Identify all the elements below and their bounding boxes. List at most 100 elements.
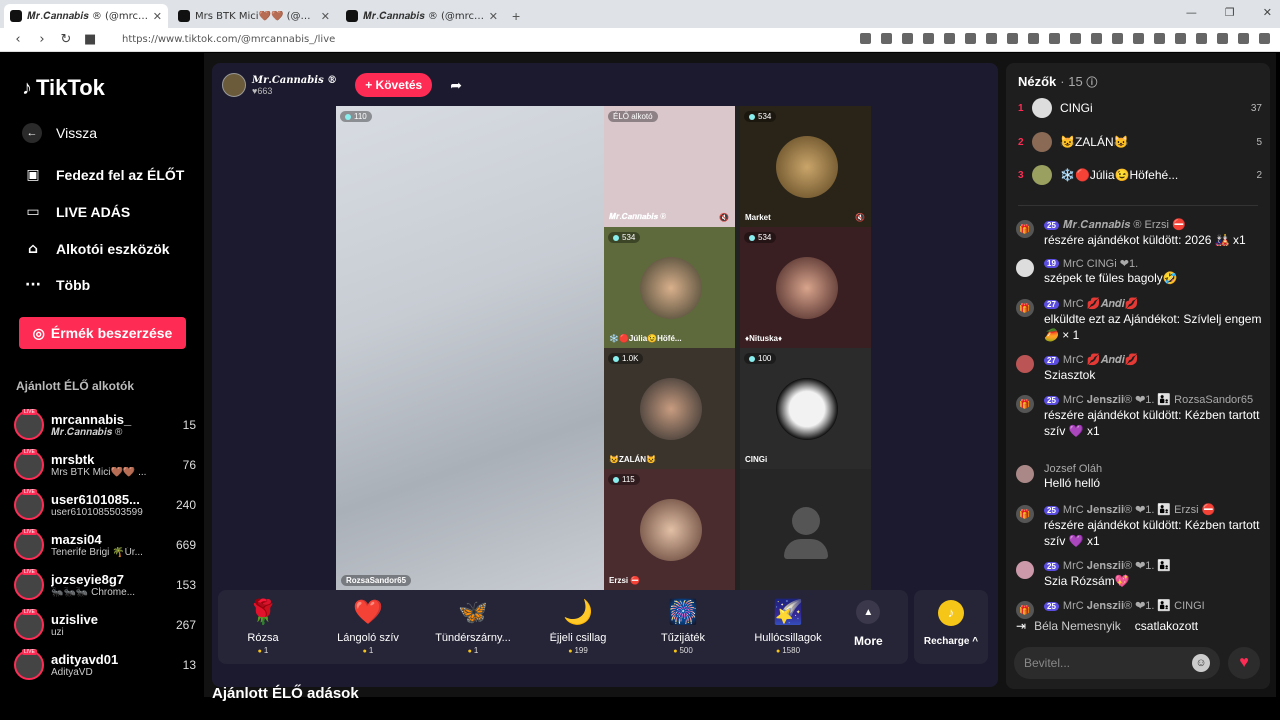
guest-cell[interactable]: 115 Erzsi ⛔ — [604, 469, 735, 590]
extension-icon[interactable] — [944, 33, 955, 44]
creator-item[interactable]: mazsi04Tenerife Brigi 🌴Úr...669 — [14, 527, 196, 563]
minimize-icon[interactable]: — — [1186, 6, 1197, 19]
nav-explore-live[interactable]: ▣ Fedezd fel az ÉLŐT — [24, 167, 184, 183]
creator-item[interactable]: user6101085...user6101085503599240 — [14, 487, 196, 523]
multi-guest-stage: 110 RozsaSandor65 ÉLŐ alkotó 𝑴𝒓.𝑪𝒂𝒏𝒏𝒂𝒃𝒊𝒔 … — [336, 106, 871, 591]
extension-icon[interactable] — [1238, 33, 1249, 44]
person-placeholder-icon — [792, 507, 820, 535]
maximize-icon[interactable]: ❐ — [1225, 6, 1235, 19]
tiktok-favicon-icon — [10, 10, 22, 22]
tiktok-logo[interactable]: ♪ TikTok — [22, 75, 105, 101]
more-gifts-button[interactable]: ▲ More — [854, 600, 883, 648]
extension-icon[interactable] — [1259, 33, 1270, 44]
info-icon[interactable]: ⓘ — [1086, 77, 1097, 89]
avatar[interactable] — [1016, 561, 1034, 579]
share-icon[interactable]: ➦ — [450, 77, 462, 94]
guest-cell[interactable]: 534 Market 🔇 — [740, 106, 871, 227]
empty-guest-slot[interactable] — [740, 469, 871, 590]
guest-cell[interactable]: ÉLŐ alkotó 𝑴𝒓.𝑪𝒂𝒏𝒏𝒂𝒃𝒊𝒔 ® 🔇 — [604, 106, 735, 227]
extension-icon[interactable] — [902, 33, 913, 44]
avatar — [1032, 165, 1052, 185]
extension-icon[interactable] — [965, 33, 976, 44]
host-avatar[interactable] — [222, 73, 246, 97]
coin-icon: ◎ — [32, 324, 45, 341]
gift-item[interactable]: 🌹Rózsa1 — [218, 598, 308, 655]
close-tab-icon[interactable]: ✕ — [321, 10, 330, 23]
close-window-icon[interactable]: ✕ — [1263, 6, 1272, 19]
nav-more[interactable]: ··· Több — [24, 277, 90, 293]
creator-item[interactable]: mrsbtkMrs BTK Mici🤎🤎 ...76 — [14, 447, 196, 483]
gift-icon: 🎁 — [1016, 395, 1034, 413]
guest-cell[interactable]: 100 CINGi — [740, 348, 871, 469]
close-tab-icon[interactable]: ✕ — [489, 10, 498, 23]
address-bar: ‹ › ↻ ■ https://www.tiktok.com/@mrcannab… — [0, 28, 1280, 52]
browser-tab-1[interactable]: 𝑴𝒓.𝑪𝒂𝒏𝒏𝒂𝒃𝒊𝒔 ® (@mrcan ✕ — [4, 4, 168, 28]
emoji-icon[interactable]: ☺ — [1192, 654, 1210, 672]
creator-item[interactable]: uzisliveuzi267 — [14, 607, 196, 643]
top-viewer[interactable]: 2 😺ZALÁN😺 5 — [1018, 130, 1262, 154]
new-tab-icon[interactable]: + — [512, 8, 520, 24]
nav-go-live[interactable]: ▭ LIVE ADÁS — [24, 204, 130, 220]
top-viewer[interactable]: 3 ❄️🔴Júlia😉Höfehé... 2 — [1018, 163, 1262, 187]
back-button[interactable]: ← Vissza — [22, 123, 97, 143]
creator-item[interactable]: jozseyie8g7🐜🐜🐜 Chrome...153 — [14, 567, 196, 603]
extension-icon[interactable] — [1196, 33, 1207, 44]
extension-icon[interactable] — [1133, 33, 1144, 44]
viewer-dot-icon — [613, 234, 619, 241]
extension-icon[interactable] — [1007, 33, 1018, 44]
gift-item[interactable]: 🌙Éjjeli csillag199 — [533, 598, 623, 655]
extension-icon[interactable] — [1112, 33, 1123, 44]
extension-icon[interactable] — [923, 33, 934, 44]
close-tab-icon[interactable]: ✕ — [153, 10, 162, 23]
gift-icon: 🎁 — [1016, 220, 1034, 238]
host-name[interactable]: 𝑴𝒓.𝑪𝒂𝒏𝒏𝒂𝒃𝒊𝒔 ® — [252, 75, 337, 86]
guest-cell[interactable]: 534 ♦Nituska♦ — [740, 227, 871, 348]
nav-creator-tools[interactable]: ⌂ Alkotói eszközök — [24, 241, 170, 257]
viewer-dot-icon — [613, 355, 619, 362]
guest-name: 𝑴𝒓.𝑪𝒂𝒏𝒏𝒂𝒃𝒊𝒔 ® — [609, 212, 667, 221]
gift-item[interactable]: ❤️Lángoló szív1 — [323, 598, 413, 655]
bookmark-icon[interactable]: ■ — [84, 32, 96, 47]
recharge-button[interactable]: ♪ Recharge ^ — [914, 590, 988, 664]
coin-icon: ♪ — [938, 600, 964, 626]
follow-button[interactable]: + Követés — [355, 73, 433, 97]
chat-input[interactable]: Bevitel... ☺ — [1014, 647, 1220, 679]
back-icon[interactable]: ‹ — [12, 32, 24, 47]
guest-cell[interactable]: 1.0K 😺ZALÁN😺 — [604, 348, 735, 469]
main-video[interactable]: 110 RozsaSandor65 — [336, 106, 604, 591]
extension-icon[interactable] — [1070, 33, 1081, 44]
reload-icon[interactable]: ↻ — [60, 32, 72, 47]
extension-icon[interactable] — [1175, 33, 1186, 44]
creator-item[interactable]: adityavd01AdityaVD13 — [14, 647, 196, 683]
avatar[interactable] — [1016, 259, 1034, 277]
url-field[interactable]: https://www.tiktok.com/@mrcannabis_/live — [122, 34, 335, 45]
gift-item[interactable]: 🎆Tűzijáték500 — [638, 598, 728, 655]
extension-icon[interactable] — [881, 33, 892, 44]
avatar[interactable] — [1016, 465, 1034, 483]
guest-name: Market — [745, 213, 771, 222]
avatar[interactable] — [1016, 355, 1034, 373]
creator-item[interactable]: mrcannabis_𝑴𝒓.𝑪𝒂𝒏𝒏𝒂𝒃𝒊𝒔 ®15 — [14, 407, 196, 443]
get-coins-button[interactable]: ◎ Érmék beszerzése — [19, 317, 186, 349]
viewer-dot-icon — [613, 476, 619, 483]
extension-icon[interactable] — [1091, 33, 1102, 44]
browser-tab-3[interactable]: 𝑴𝒓.𝑪𝒂𝒏𝒏𝒂𝒃𝒊𝒔 ® (@mrcannabis_)✕ — [340, 4, 504, 28]
gift-item[interactable]: 🌠Hullócsillagok1580 — [743, 598, 833, 655]
chat-message: 19 MrC CINGi ❤1. szépek te füles bagoly🤣 — [1016, 257, 1264, 286]
guest-avatar — [776, 378, 838, 440]
forward-icon[interactable]: › — [36, 32, 48, 47]
extension-icon[interactable] — [860, 33, 871, 44]
extension-icon[interactable] — [1049, 33, 1060, 44]
gift-item[interactable]: 🦋Tündérszárny...1 — [428, 598, 518, 655]
like-heart-button[interactable]: ♥ — [1228, 647, 1260, 679]
top-viewer[interactable]: 1 CINGi 37 — [1018, 96, 1262, 120]
extension-icon[interactable] — [1154, 33, 1165, 44]
extension-icon[interactable] — [1028, 33, 1039, 44]
extension-icon[interactable] — [986, 33, 997, 44]
browser-tab-2[interactable]: Mrs BTK Mici🤎🤎 (@mrsb ✕ — [172, 4, 336, 28]
rose-icon: 🌹 — [248, 599, 278, 626]
extension-icon[interactable] — [1217, 33, 1228, 44]
guest-avatar — [776, 136, 838, 198]
guest-name: ♦Nituska♦ — [745, 334, 783, 343]
guest-cell[interactable]: 534 ❄️🔴Júlia😉Höfé... — [604, 227, 735, 348]
